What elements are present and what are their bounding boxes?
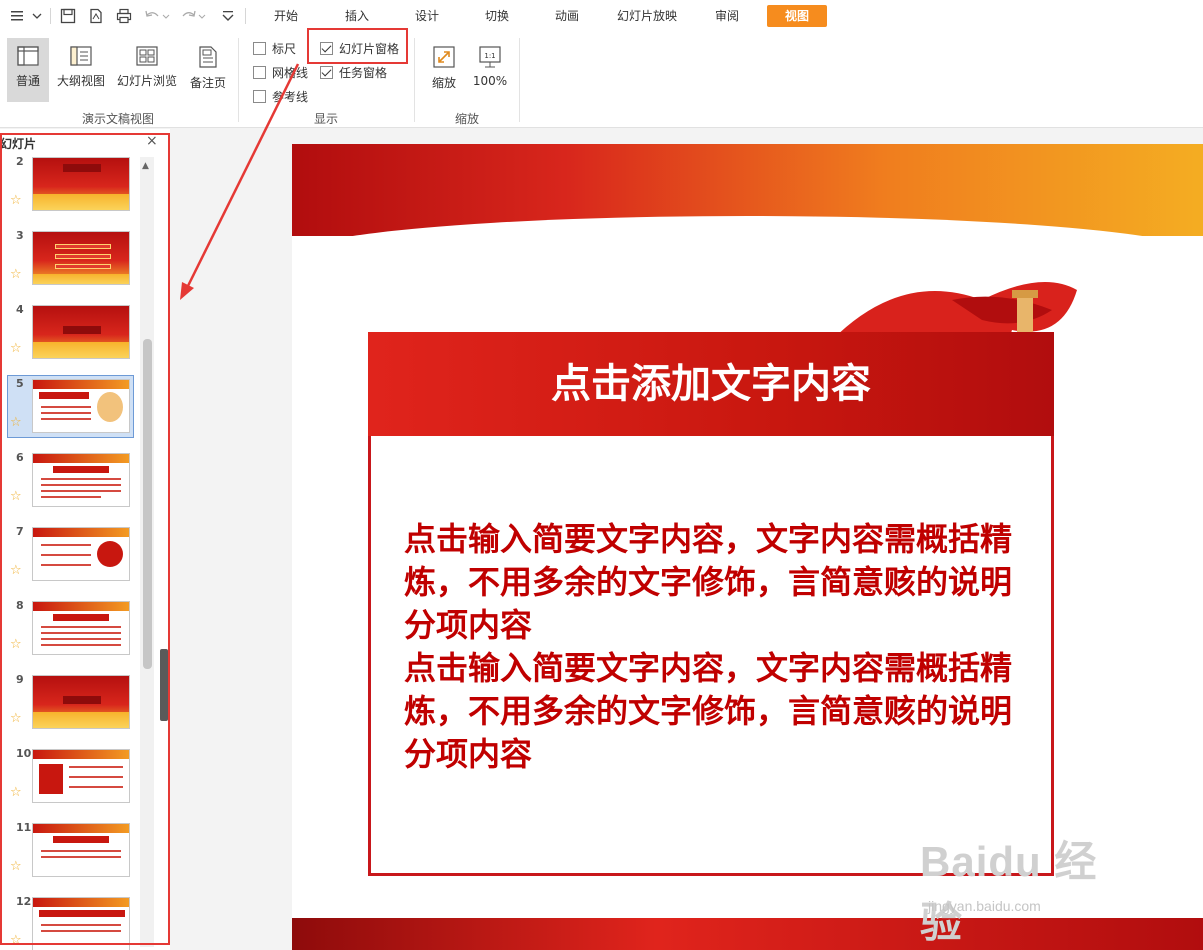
slide-title-placeholder[interactable]: 点击添加文字内容	[368, 332, 1054, 436]
save-icon	[60, 8, 76, 24]
slide-header-decoration	[292, 144, 1203, 256]
group-divider	[414, 38, 415, 122]
undo-button[interactable]	[142, 6, 172, 26]
task-pane-check-box	[320, 65, 333, 79]
print-icon	[116, 8, 132, 24]
toolbar-divider	[245, 8, 246, 24]
tab-home[interactable]: 开始	[262, 5, 310, 27]
tab-transitions[interactable]: 切换	[473, 5, 521, 27]
print-button[interactable]	[114, 6, 134, 26]
tab-design[interactable]: 设计	[403, 5, 451, 27]
slide-sorter-label: 幻灯片浏览	[116, 74, 177, 88]
zoom-100-button[interactable]: 1:1 100%	[468, 38, 512, 102]
checkbox-highlight-frame	[307, 28, 408, 64]
group-divider	[519, 38, 520, 122]
undo-icon	[145, 10, 170, 19]
redo-button[interactable]	[178, 6, 208, 26]
tab-insert[interactable]: 插入	[333, 5, 381, 27]
title-toolbar: 开始 插入 设计 切换 动画 幻灯片放映 审阅 视图	[0, 0, 1203, 32]
toolbar-divider	[50, 8, 51, 24]
normal-view-button[interactable]: 普通	[7, 38, 49, 102]
menu-button[interactable]	[8, 6, 44, 26]
outline-view-label: 大纲视图	[56, 74, 105, 88]
zoom-group-label: 缩放	[454, 112, 479, 126]
ruler-label: 标尺	[272, 41, 297, 56]
actual-size-icon: 1:1	[479, 46, 501, 68]
watermark-url: jingyan.baidu.com	[928, 898, 1041, 914]
zoom-label: 缩放	[431, 76, 456, 90]
save-button[interactable]	[58, 6, 78, 26]
annotation-arrow-icon	[180, 63, 300, 300]
menu-icon	[11, 11, 42, 21]
pane-highlight-frame	[0, 133, 170, 945]
slide-body-placeholder[interactable]: 点击输入简要文字内容，文字内容需概括精炼，不用多余的文字修饰，言简意赅的说明分项…	[404, 518, 1024, 776]
outline-view-icon	[70, 46, 92, 66]
export-pdf-button[interactable]	[86, 6, 106, 26]
zoom-icon	[433, 46, 455, 68]
ruler-checkbox[interactable]: 标尺	[253, 39, 296, 57]
view-group-label: 演示文稿视图	[81, 112, 154, 126]
baidu-watermark: Baidu 经验 jingyan.baidu.com	[920, 828, 1140, 946]
pdf-icon	[90, 8, 102, 24]
tab-view[interactable]: 视图	[767, 5, 827, 27]
redo-icon	[182, 10, 206, 19]
slide-sorter-icon	[136, 46, 158, 66]
normal-view-icon	[17, 46, 39, 66]
normal-view-label: 普通	[15, 74, 40, 88]
chevron-down-icon	[222, 11, 234, 21]
watermark-brand: Baidu 经验	[920, 838, 1098, 946]
tab-review[interactable]: 审阅	[703, 5, 751, 27]
outline-view-button[interactable]: 大纲视图	[54, 38, 108, 102]
customize-toolbar-button[interactable]	[218, 6, 238, 26]
zoom-100-label: 100%	[472, 74, 508, 88]
task-pane-label: 任务窗格	[339, 65, 388, 80]
ruler-check-box	[253, 41, 266, 55]
tab-slideshow[interactable]: 幻灯片放映	[608, 5, 686, 27]
task-pane-checkbox[interactable]: 任务窗格	[320, 63, 387, 81]
tab-animations[interactable]: 动画	[543, 5, 591, 27]
svg-text:1:1: 1:1	[484, 52, 495, 60]
zoom-button[interactable]: 缩放	[424, 38, 464, 102]
